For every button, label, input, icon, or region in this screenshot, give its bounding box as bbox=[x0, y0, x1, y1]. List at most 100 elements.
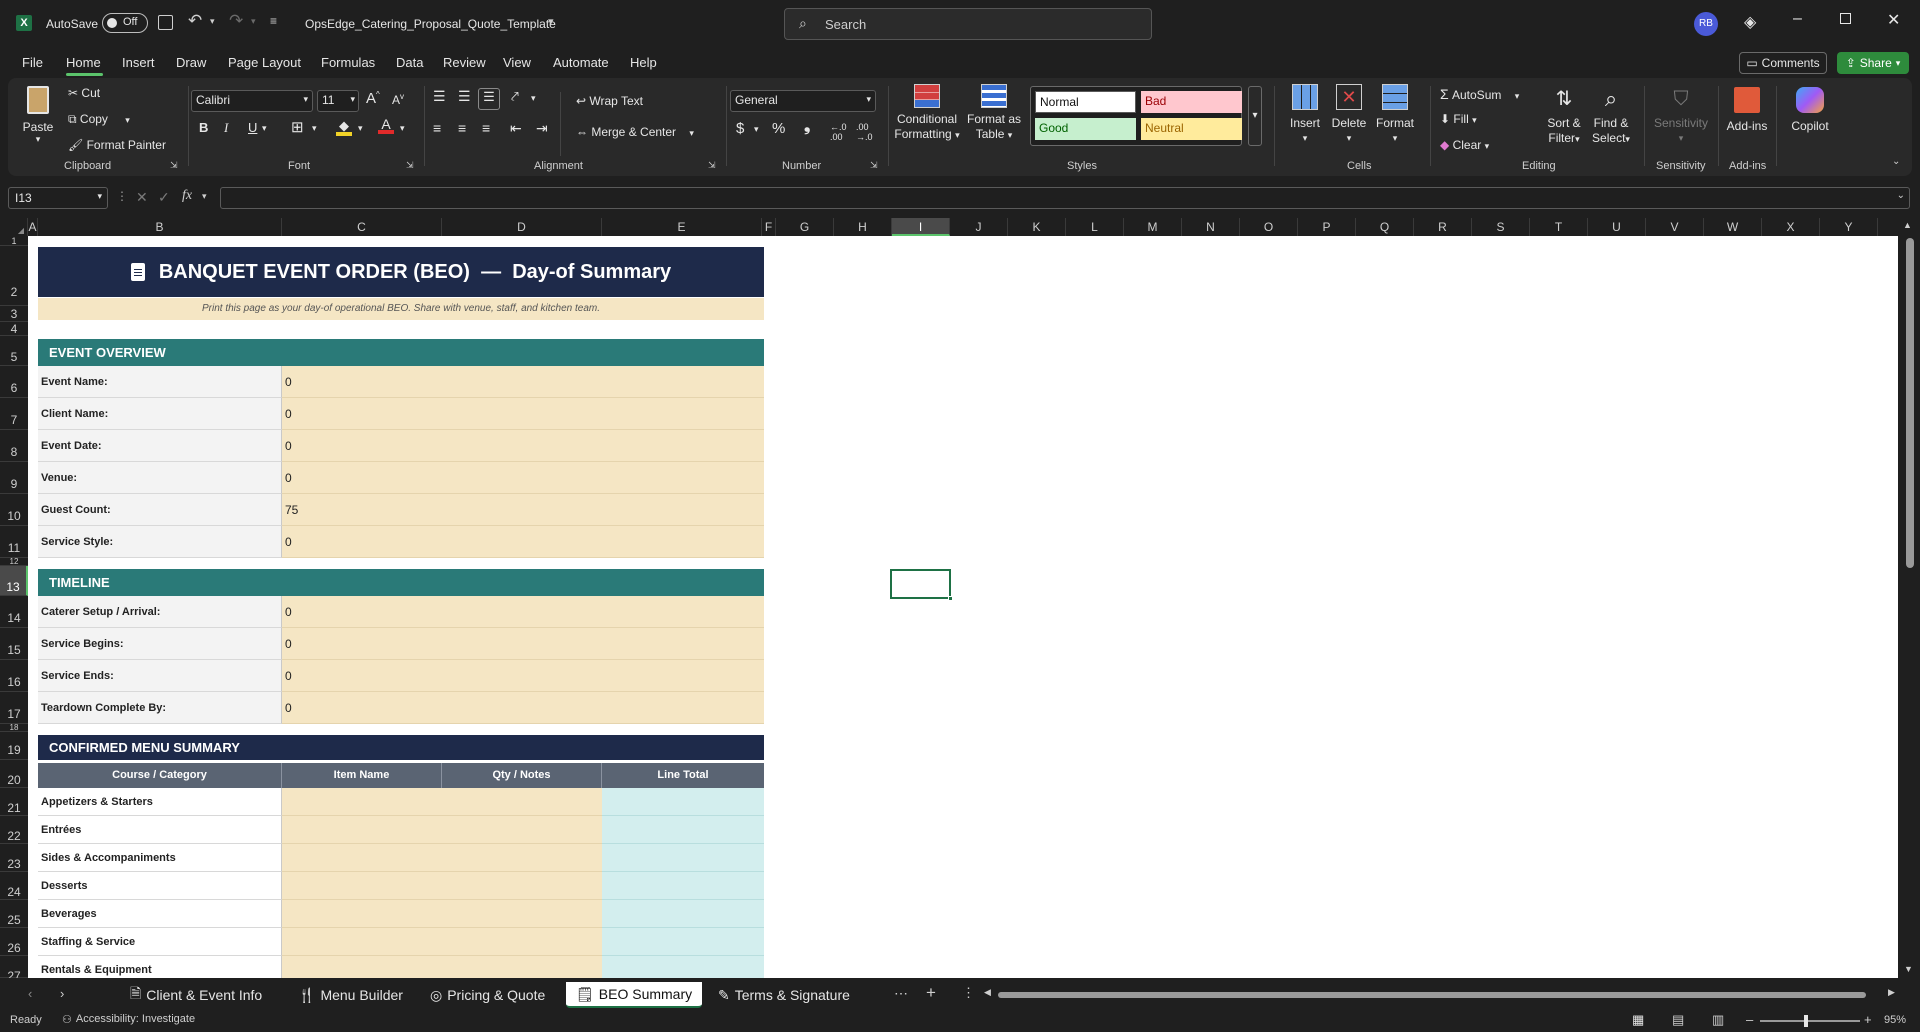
search-box[interactable]: ⌕ Search bbox=[784, 8, 1152, 40]
column-header-s[interactable]: S bbox=[1472, 218, 1530, 236]
orientation-chevron-icon[interactable]: ▾ bbox=[531, 93, 536, 104]
overview-value-event-date[interactable]: 0 bbox=[282, 430, 764, 462]
menu-row-item[interactable] bbox=[282, 928, 602, 956]
borders-chevron-icon[interactable]: ▾ bbox=[312, 123, 317, 134]
font-color-icon[interactable]: A bbox=[378, 116, 394, 136]
row-header[interactable]: 12 bbox=[0, 558, 28, 566]
sheet-tab-terms-signature[interactable]: ✎ Terms & Signature bbox=[718, 982, 850, 1008]
number-launcher-icon[interactable]: ⇲ bbox=[870, 160, 878, 171]
row-header[interactable]: 2 bbox=[0, 246, 28, 306]
row-header[interactable]: 21 bbox=[0, 788, 28, 816]
alignment-launcher-icon[interactable]: ⇲ bbox=[708, 160, 716, 171]
copy-button[interactable]: ⧉ Copy ▾ bbox=[68, 112, 130, 127]
menu-row-total[interactable] bbox=[602, 900, 764, 928]
menu-formulas[interactable]: Formulas bbox=[321, 55, 375, 70]
column-header-y[interactable]: Y bbox=[1820, 218, 1878, 236]
row-header[interactable]: 7 bbox=[0, 398, 28, 430]
insert-function-button[interactable]: fx bbox=[182, 188, 192, 204]
row-header[interactable]: 26 bbox=[0, 928, 28, 956]
save-icon[interactable] bbox=[158, 15, 173, 30]
number-format-select[interactable]: General ▾ bbox=[730, 90, 876, 112]
font-size-select[interactable]: 11 ▾ bbox=[317, 90, 359, 112]
percent-icon[interactable]: % bbox=[772, 120, 785, 137]
redo-dropdown-icon[interactable]: ▾ bbox=[251, 16, 256, 27]
fill-handle[interactable] bbox=[948, 596, 953, 601]
styles-more-icon[interactable]: ▾ bbox=[1248, 86, 1262, 146]
row-header[interactable]: 14 bbox=[0, 596, 28, 628]
overview-value-guest-count[interactable]: 75 bbox=[282, 494, 764, 526]
next-sheet-icon[interactable]: › bbox=[60, 986, 64, 1001]
column-header-b[interactable]: B bbox=[38, 218, 282, 236]
align-bottom-icon[interactable]: ☰ bbox=[478, 88, 500, 110]
row-header-selected[interactable]: 13 bbox=[0, 566, 28, 596]
more-sheets-icon[interactable]: ⋯ bbox=[894, 985, 908, 1002]
delete-cells-button[interactable]: ✕ Delete ▾ bbox=[1328, 84, 1370, 146]
horizontal-scrollbar[interactable] bbox=[998, 992, 1866, 998]
sheet-canvas[interactable]: BANQUET EVENT ORDER (BEO) — Day-of Summa… bbox=[28, 236, 1898, 978]
font-color-chevron-icon[interactable]: ▾ bbox=[400, 123, 405, 134]
name-box[interactable]: I13 ▾ bbox=[8, 187, 108, 209]
menu-row-total[interactable] bbox=[602, 844, 764, 872]
timeline-value-service-ends[interactable]: 0 bbox=[282, 660, 764, 692]
menu-file[interactable]: File bbox=[22, 55, 43, 70]
column-header-n[interactable]: N bbox=[1182, 218, 1240, 236]
align-middle-icon[interactable]: ☰ bbox=[458, 88, 471, 105]
column-header-u[interactable]: U bbox=[1588, 218, 1646, 236]
paste-button[interactable]: Paste ▾ bbox=[20, 86, 56, 150]
column-header-e[interactable]: E bbox=[602, 218, 762, 236]
align-center-icon[interactable]: ≡ bbox=[458, 120, 466, 136]
undo-dropdown-icon[interactable]: ▾ bbox=[210, 16, 215, 27]
menu-row-item[interactable] bbox=[282, 844, 602, 872]
fill-color-chevron-icon[interactable]: ▾ bbox=[358, 123, 363, 134]
page-break-view-icon[interactable]: ▥ bbox=[1712, 1012, 1724, 1028]
scroll-down-icon[interactable]: ▼ bbox=[1904, 964, 1913, 974]
undo-icon[interactable]: ↶ bbox=[188, 11, 202, 31]
autosave-toggle[interactable]: Off bbox=[102, 13, 148, 33]
font-launcher-icon[interactable]: ⇲ bbox=[406, 160, 414, 171]
restore-icon[interactable] bbox=[1840, 13, 1851, 24]
menu-row-total[interactable] bbox=[602, 956, 764, 978]
menu-home[interactable]: Home bbox=[66, 55, 101, 70]
formula-input[interactable]: ⌄ bbox=[220, 187, 1910, 209]
column-header-m[interactable]: M bbox=[1124, 218, 1182, 236]
clear-button[interactable]: ◆ Clear ▾ bbox=[1440, 138, 1489, 152]
row-header[interactable]: 24 bbox=[0, 872, 28, 900]
align-left-icon[interactable]: ≡ bbox=[433, 120, 441, 136]
italic-icon[interactable]: I bbox=[224, 120, 228, 136]
column-header-v[interactable]: V bbox=[1646, 218, 1704, 236]
add-sheet-icon[interactable]: + bbox=[926, 983, 936, 1003]
zoom-slider-thumb[interactable] bbox=[1804, 1015, 1808, 1027]
menu-automate[interactable]: Automate bbox=[553, 55, 609, 70]
underline-icon[interactable]: U bbox=[248, 120, 257, 135]
page-layout-view-icon[interactable]: ▤ bbox=[1672, 1012, 1684, 1028]
share-button[interactable]: ⇪ Share ▾ bbox=[1837, 52, 1909, 74]
format-painter-button[interactable]: 🖌 Format Painter bbox=[68, 138, 166, 152]
row-header[interactable]: 18 bbox=[0, 724, 28, 732]
timeline-value-service-begins[interactable]: 0 bbox=[282, 628, 764, 660]
increase-indent-icon[interactable]: ⇥ bbox=[536, 120, 548, 137]
decrease-indent-icon[interactable]: ⇤ bbox=[510, 120, 522, 137]
find-select-button[interactable]: ⌕ Find & Select▾ bbox=[1588, 84, 1634, 147]
premium-diamond-icon[interactable]: ◈ bbox=[1744, 12, 1756, 32]
row-header[interactable]: 1 bbox=[0, 236, 28, 246]
sheet-tab-pricing-quote[interactable]: ◎ Pricing & Quote bbox=[430, 982, 545, 1008]
active-cell-selection[interactable] bbox=[890, 569, 953, 601]
menu-row-total[interactable] bbox=[602, 816, 764, 844]
column-header-j[interactable]: J bbox=[950, 218, 1008, 236]
row-header[interactable]: 3 bbox=[0, 306, 28, 322]
fx-chevron-icon[interactable]: ▾ bbox=[202, 191, 207, 202]
scroll-right-icon[interactable]: ▶ bbox=[1888, 987, 1895, 998]
row-header[interactable]: 11 bbox=[0, 526, 28, 558]
sheet-tab-beo-summary[interactable]: 🗒 BEO Summary bbox=[566, 982, 703, 1008]
cut-button[interactable]: ✂ Cut bbox=[68, 86, 100, 100]
scroll-left-icon[interactable]: ◀ bbox=[984, 987, 991, 998]
menu-review[interactable]: Review bbox=[443, 55, 486, 70]
sort-filter-button[interactable]: ⇅ Sort & Filter▾ bbox=[1542, 84, 1586, 147]
row-header[interactable]: 17 bbox=[0, 692, 28, 724]
redo-icon[interactable]: ↷ bbox=[229, 11, 243, 31]
orientation-icon[interactable]: ⤤ bbox=[511, 88, 519, 105]
row-header[interactable]: 25 bbox=[0, 900, 28, 928]
column-header-k[interactable]: K bbox=[1008, 218, 1066, 236]
style-normal[interactable]: Normal bbox=[1035, 91, 1136, 113]
autosum-button[interactable]: Σ AutoSum ▾ bbox=[1440, 86, 1519, 102]
